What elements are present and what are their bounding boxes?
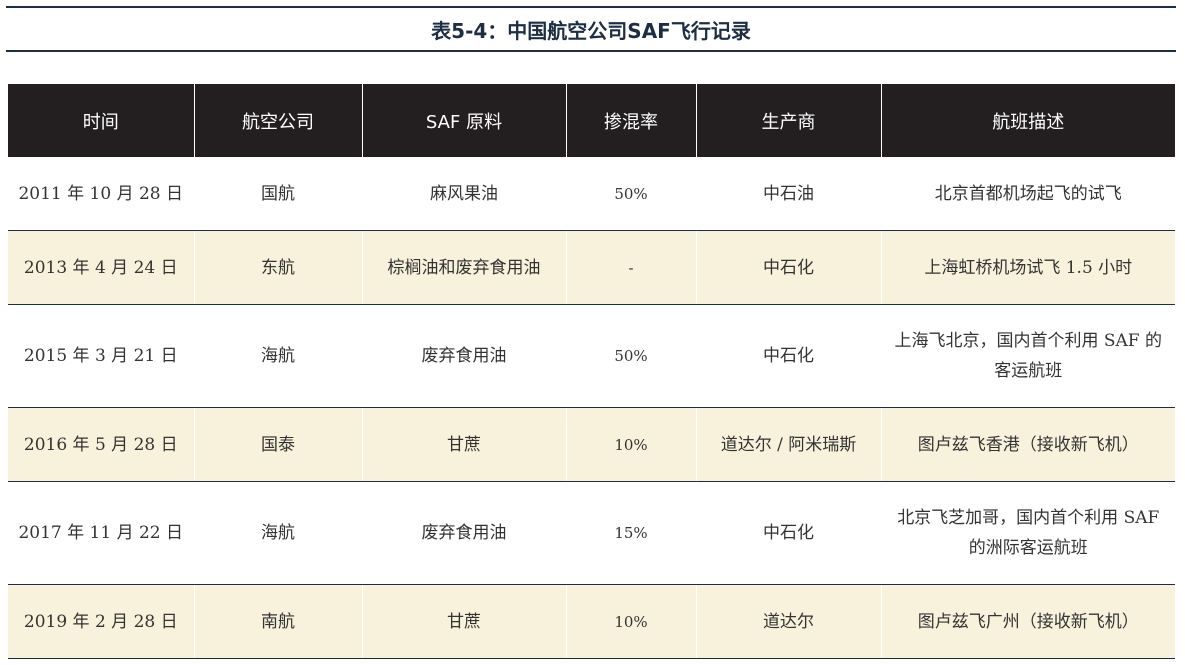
- cell-feedstock: 麻风果油: [362, 157, 567, 231]
- cell-time: 2013 年 4 月 24 日: [8, 230, 195, 305]
- table-row: 2016 年 5 月 28 日 国泰 甘蔗 10% 道达尔 / 阿米瑞斯 图卢兹…: [8, 407, 1175, 482]
- cell-blend: 50%: [566, 304, 697, 408]
- cell-feedstock: 甘蔗: [362, 407, 567, 482]
- column-header-blend: 掺混率: [566, 84, 697, 157]
- cell-blend: -: [566, 230, 697, 305]
- cell-description: 上海虹桥机场试飞 1.5 小时: [881, 230, 1175, 305]
- table-row: 2019 年 2 月 28 日 南航 甘蔗 10% 道达尔 图卢兹飞广州（接收新…: [8, 584, 1175, 659]
- table-row: 2017 年 11 月 22 日 海航 废弃食用油 15% 中石化 北京飞芝加哥…: [8, 481, 1175, 585]
- cell-description: 北京飞芝加哥，国内首个利用 SAF 的洲际客运航班: [881, 481, 1175, 585]
- cell-airline: 东航: [194, 230, 363, 305]
- table-row: 2015 年 3 月 21 日 海航 废弃食用油 50% 中石化 上海飞北京，国…: [8, 304, 1175, 408]
- cell-time: 2016 年 5 月 28 日: [8, 407, 195, 482]
- cell-airline: 国泰: [194, 407, 363, 482]
- column-header-description: 航班描述: [881, 84, 1175, 157]
- header-row: 时间 航空公司 SAF 原料 掺混率 生产商 航班描述: [8, 84, 1175, 157]
- cell-blend: 10%: [566, 407, 697, 482]
- column-header-feedstock: SAF 原料: [362, 84, 567, 157]
- cell-time: 2011 年 10 月 28 日: [8, 157, 195, 231]
- cell-airline: 海航: [194, 304, 363, 408]
- cell-time: 2019 年 2 月 28 日: [8, 584, 195, 659]
- cell-producer: 中石化: [696, 481, 882, 585]
- table-row: 2011 年 10 月 28 日 国航 麻风果油 50% 中石油 北京首都机场起…: [8, 157, 1175, 231]
- cell-producer: 中石化: [696, 304, 882, 408]
- column-header-time: 时间: [8, 84, 195, 157]
- cell-feedstock: 废弃食用油: [362, 481, 567, 585]
- cell-feedstock: 废弃食用油: [362, 304, 567, 408]
- cell-blend: 15%: [566, 481, 697, 585]
- cell-producer: 中石化: [696, 230, 882, 305]
- cell-blend: 50%: [566, 157, 697, 231]
- cell-feedstock: 甘蔗: [362, 584, 567, 659]
- cell-time: 2017 年 11 月 22 日: [8, 481, 195, 585]
- cell-airline: 国航: [194, 157, 363, 231]
- cell-description: 上海飞北京，国内首个利用 SAF 的客运航班: [881, 304, 1175, 408]
- cell-producer: 中石油: [696, 157, 882, 231]
- cell-producer: 道达尔 / 阿米瑞斯: [696, 407, 882, 482]
- saf-flight-table: 时间 航空公司 SAF 原料 掺混率 生产商 航班描述 2011 年 10 月 …: [8, 84, 1175, 659]
- table-title: 表5-4：中国航空公司SAF飞行记录: [431, 18, 751, 43]
- column-header-producer: 生产商: [696, 84, 882, 157]
- cell-feedstock: 棕榈油和废弃食用油: [362, 230, 567, 305]
- cell-blend: 10%: [566, 584, 697, 659]
- cell-producer: 道达尔: [696, 584, 882, 659]
- cell-description: 北京首都机场起飞的试飞: [881, 157, 1175, 231]
- cell-description: 图卢兹飞广州（接收新飞机）: [881, 584, 1175, 659]
- cell-time: 2015 年 3 月 21 日: [8, 304, 195, 408]
- table-row: 2013 年 4 月 24 日 东航 棕榈油和废弃食用油 - 中石化 上海虹桥机…: [8, 230, 1175, 305]
- cell-airline: 海航: [194, 481, 363, 585]
- title-bar: 表5-4：中国航空公司SAF飞行记录: [6, 6, 1176, 52]
- column-header-airline: 航空公司: [194, 84, 363, 157]
- cell-airline: 南航: [194, 584, 363, 659]
- cell-description: 图卢兹飞香港（接收新飞机）: [881, 407, 1175, 482]
